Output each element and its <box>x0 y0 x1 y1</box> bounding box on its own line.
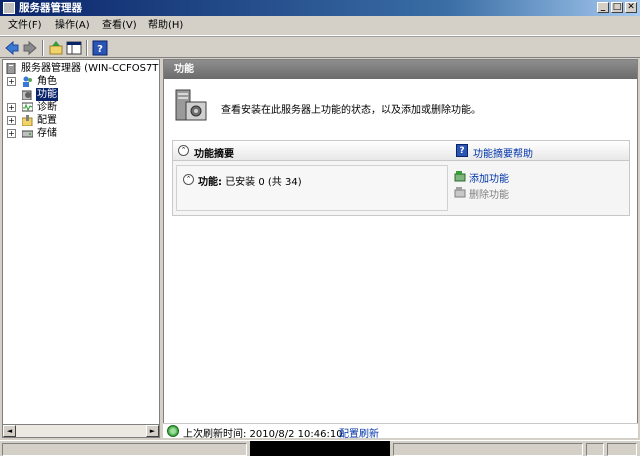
redacted-area <box>250 441 390 456</box>
tree-item-label: 角色 <box>37 76 57 87</box>
features-icon <box>21 89 33 101</box>
status-cell <box>393 443 583 456</box>
intro-description: 查看安装在此服务器上功能的状态，以及添加或删除功能。 <box>221 105 481 116</box>
features-status-box: ⌃ 功能: 已安装 0 (共 34) <box>176 165 448 211</box>
help-icon[interactable]: ? <box>92 40 108 56</box>
add-features-link[interactable]: 添加功能 <box>469 170 509 185</box>
help-glyph: ? <box>97 44 103 55</box>
console-tree-icon[interactable] <box>66 40 82 56</box>
tree-item-label: 功能 <box>36 88 58 101</box>
toolbar-separator <box>42 40 44 56</box>
help-book-icon[interactable]: ? <box>456 144 468 157</box>
window-title: 服务器管理器 <box>19 2 82 14</box>
minimize-button[interactable]: _ <box>597 2 609 13</box>
menu-bar: 文件(F) 操作(A) 查看(V) 帮助(H) <box>0 16 640 36</box>
diagnostics-icon <box>21 102 34 113</box>
storage-icon <box>21 128 34 139</box>
tree-item-label: 存储 <box>37 128 57 139</box>
menu-view[interactable]: 查看(V) <box>102 20 137 32</box>
tree-horizontal-scrollbar[interactable]: ◄ ► <box>2 424 160 438</box>
features-summary-section: ⌃ 功能摘要 ? 功能摘要帮助 ⌃ 功能: 已安装 0 (共 34) 添加功能 … <box>172 140 630 216</box>
tree-item-label: 诊断 <box>37 102 57 113</box>
features-server-icon <box>174 88 208 124</box>
up-icon[interactable] <box>48 40 64 56</box>
features-status: 功能: 已安装 0 (共 34) <box>198 173 302 188</box>
features-installed-count: 已安装 0 (共 34) <box>225 177 302 188</box>
refresh-icon[interactable] <box>167 425 179 437</box>
menu-action[interactable]: 操作(A) <box>55 20 90 32</box>
refresh-status-bar: 上次刷新时间: 2010/8/2 10:46:10 配置刷新 <box>163 423 638 440</box>
last-refresh-time: 上次刷新时间: 2010/8/2 10:46:10 <box>183 429 343 440</box>
tray-icon <box>607 443 637 456</box>
console-tree: 服务器管理器 (WIN-CCFOS7TD6F + 角色 功能 + 诊断 + 配置… <box>2 59 160 438</box>
menu-help[interactable]: 帮助(H) <box>148 20 183 32</box>
close-button[interactable]: ✕ <box>625 2 637 13</box>
tree-root-label: 服务器管理器 (WIN-CCFOS7TD6F <box>21 63 159 74</box>
title-bar: 服务器管理器 _ □ ✕ <box>0 0 640 16</box>
section-title: 功能摘要 <box>194 149 234 160</box>
features-label: 功能: <box>198 177 222 188</box>
collapse-section-button[interactable]: ⌃ <box>178 145 189 156</box>
remove-features-icon <box>454 186 466 198</box>
tree-item-label: 配置 <box>37 115 57 126</box>
roles-icon <box>22 76 33 87</box>
forward-icon[interactable] <box>22 40 38 56</box>
details-pane: 功能 查看安装在此服务器上功能的状态，以及添加或删除功能。 ⌃ 功能摘要 ? 功… <box>163 59 638 438</box>
features-summary-help-link[interactable]: 功能摘要帮助 <box>473 145 533 160</box>
expand-toggle[interactable]: + <box>7 129 16 138</box>
expand-toggle[interactable]: + <box>7 77 16 86</box>
status-cell <box>2 443 247 456</box>
server-icon <box>6 62 17 75</box>
collapse-features-button[interactable]: ⌃ <box>183 174 194 185</box>
configure-refresh-link[interactable]: 配置刷新 <box>339 425 379 440</box>
add-features-icon <box>454 170 466 182</box>
pane-header: 功能 <box>164 60 637 79</box>
scroll-right-button[interactable]: ► <box>146 425 159 437</box>
maximize-button[interactable]: □ <box>611 2 623 13</box>
section-header: ⌃ 功能摘要 ? 功能摘要帮助 <box>173 141 629 161</box>
configuration-icon <box>21 115 33 127</box>
network-icon <box>586 443 604 456</box>
toolbar: ? <box>0 36 640 58</box>
back-icon[interactable] <box>4 40 20 56</box>
menu-file[interactable]: 文件(F) <box>8 20 42 32</box>
scroll-left-button[interactable]: ◄ <box>3 425 16 437</box>
expand-toggle[interactable]: + <box>7 116 16 125</box>
toolbar-separator <box>86 40 88 56</box>
expand-toggle[interactable]: + <box>7 103 16 112</box>
server-manager-icon <box>3 2 15 14</box>
remove-features-link[interactable]: 删除功能 <box>469 186 509 201</box>
status-bar <box>0 440 640 456</box>
